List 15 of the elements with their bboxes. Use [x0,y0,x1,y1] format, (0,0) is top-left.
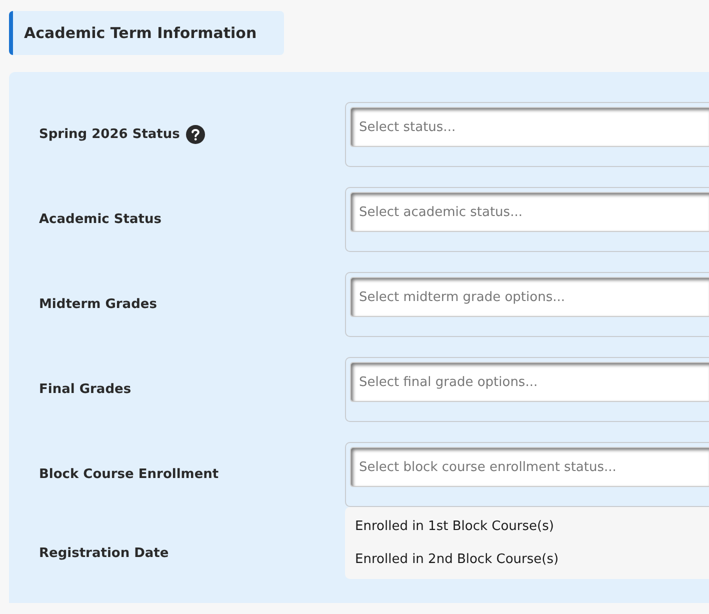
field-label: Final Grades [39,382,132,397]
select-field[interactable]: Select academic status... [350,192,709,232]
select-field[interactable]: Select final grade options... [350,362,709,402]
option-item[interactable]: Enrolled in 1st Block Course(s) [355,519,699,534]
option-item[interactable]: Enrolled in 2nd Block Course(s) [355,552,699,567]
help-icon[interactable] [186,125,205,144]
section-title: Academic Term Information [24,24,257,42]
select-field[interactable]: Select midterm grade options... [350,277,709,317]
field-label: Midterm Grades [39,297,157,312]
field-label: Block Course Enrollment [39,467,219,482]
field-label: Spring 2026 Status [39,127,180,142]
field-label: Registration Date [39,546,169,560]
field-label: Academic Status [39,212,162,227]
select-field[interactable]: Select status... [350,107,709,147]
select-field[interactable]: Select block course enrollment status... [350,447,709,487]
